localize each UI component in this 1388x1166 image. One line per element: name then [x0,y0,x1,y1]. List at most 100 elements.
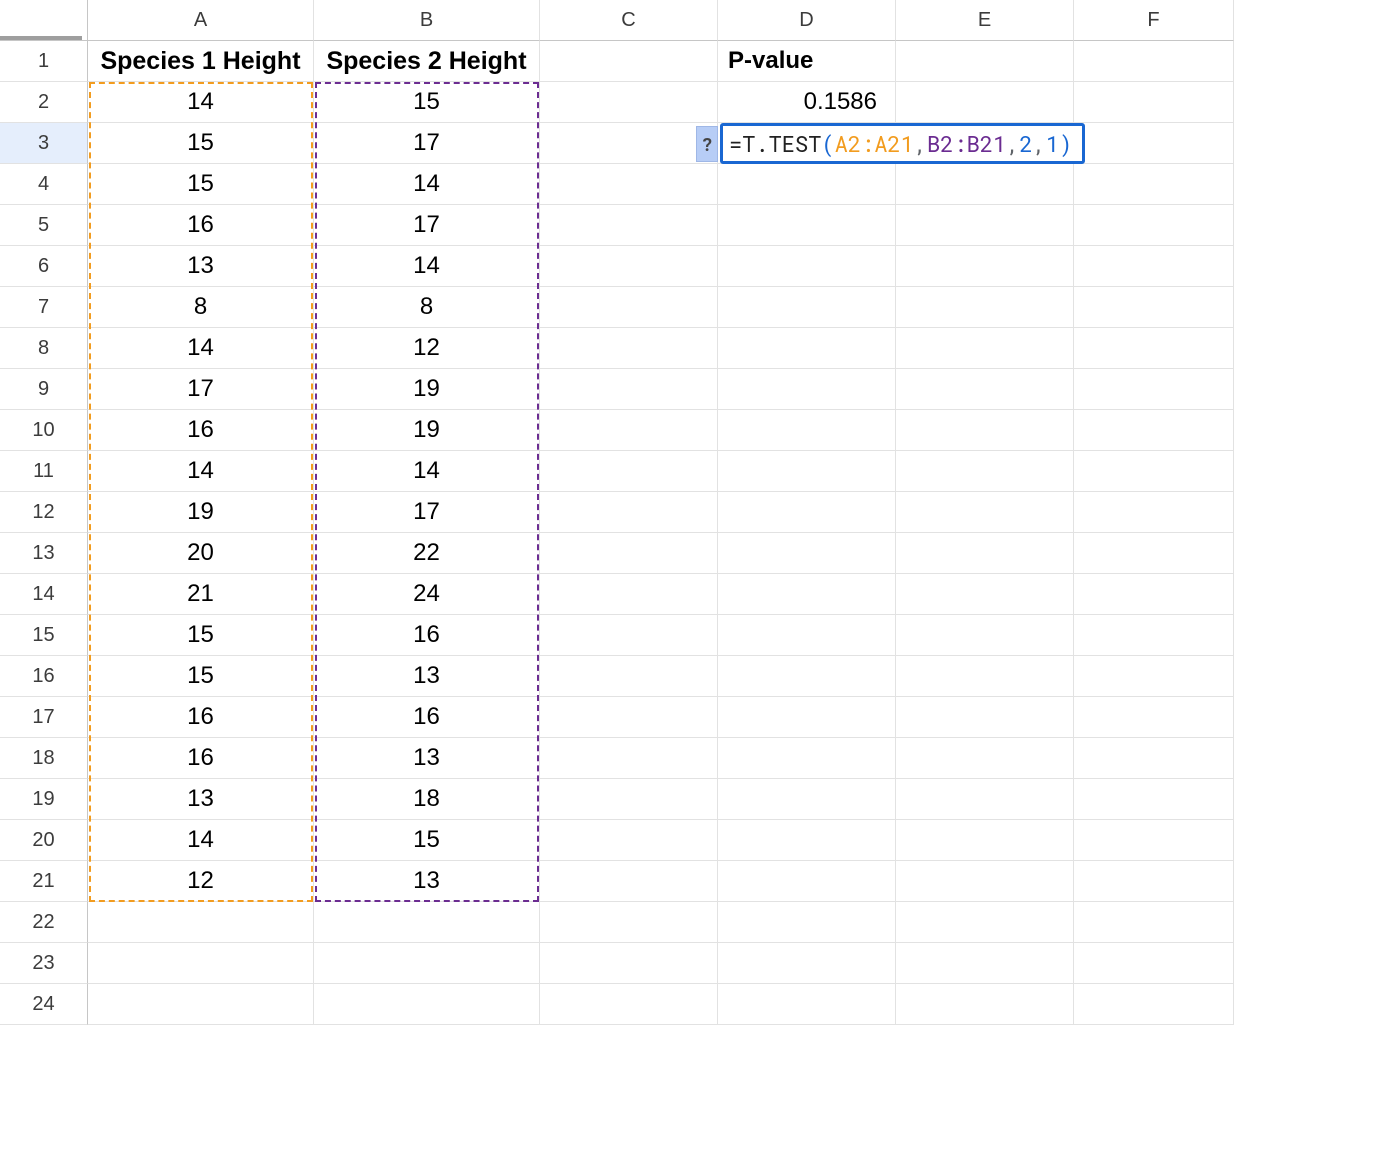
cell-E20[interactable] [896,820,1074,861]
cell-D15[interactable] [718,615,896,656]
cell-F21[interactable] [1074,861,1234,902]
row-header-14[interactable]: 14 [0,574,88,615]
row-header-9[interactable]: 9 [0,369,88,410]
cell-E18[interactable] [896,738,1074,779]
row-header-16[interactable]: 16 [0,656,88,697]
cell-C10[interactable] [540,410,718,451]
cell-C14[interactable] [540,574,718,615]
column-header-e[interactable]: E [896,0,1074,41]
cell-E5[interactable] [896,205,1074,246]
cell-B15[interactable]: 16 [314,615,540,656]
cell-E10[interactable] [896,410,1074,451]
cell-C17[interactable] [540,697,718,738]
cell-A9[interactable]: 17 [88,369,314,410]
cell-A18[interactable]: 16 [88,738,314,779]
cell-F6[interactable] [1074,246,1234,287]
cell-B3[interactable]: 17 [314,123,540,164]
cell-F4[interactable] [1074,164,1234,205]
cell-D12[interactable] [718,492,896,533]
cell-C15[interactable] [540,615,718,656]
cell-F9[interactable] [1074,369,1234,410]
cell-D7[interactable] [718,287,896,328]
cell-F1[interactable] [1074,41,1234,82]
row-header-1[interactable]: 1 [0,41,88,82]
cell-F23[interactable] [1074,943,1234,984]
cell-A17[interactable]: 16 [88,697,314,738]
cell-F2[interactable] [1074,82,1234,123]
cell-E8[interactable] [896,328,1074,369]
cell-B21[interactable]: 13 [314,861,540,902]
row-header-4[interactable]: 4 [0,164,88,205]
cell-D19[interactable] [718,779,896,820]
cell-D24[interactable] [718,984,896,1025]
cell-E6[interactable] [896,246,1074,287]
cell-E1[interactable] [896,41,1074,82]
cell-F14[interactable] [1074,574,1234,615]
cell-E19[interactable] [896,779,1074,820]
cell-A12[interactable]: 19 [88,492,314,533]
row-header-15[interactable]: 15 [0,615,88,656]
row-header-10[interactable]: 10 [0,410,88,451]
cell-D13[interactable] [718,533,896,574]
cell-C21[interactable] [540,861,718,902]
cell-A19[interactable]: 13 [88,779,314,820]
cell-B23[interactable] [314,943,540,984]
cell-F12[interactable] [1074,492,1234,533]
cell-A11[interactable]: 14 [88,451,314,492]
cell-E24[interactable] [896,984,1074,1025]
cell-A22[interactable] [88,902,314,943]
cell-F18[interactable] [1074,738,1234,779]
row-header-3[interactable]: 3 [0,123,88,164]
cell-C22[interactable] [540,902,718,943]
cell-E12[interactable] [896,492,1074,533]
cell-D4[interactable] [718,164,896,205]
cell-A14[interactable]: 21 [88,574,314,615]
cell-D22[interactable] [718,902,896,943]
row-header-6[interactable]: 6 [0,246,88,287]
row-header-13[interactable]: 13 [0,533,88,574]
cell-F16[interactable] [1074,656,1234,697]
row-header-2[interactable]: 2 [0,82,88,123]
row-header-21[interactable]: 21 [0,861,88,902]
cell-A20[interactable]: 14 [88,820,314,861]
cell-C6[interactable] [540,246,718,287]
cell-B14[interactable]: 24 [314,574,540,615]
cell-E13[interactable] [896,533,1074,574]
cell-E23[interactable] [896,943,1074,984]
cell-F8[interactable] [1074,328,1234,369]
cell-A23[interactable] [88,943,314,984]
cell-C18[interactable] [540,738,718,779]
formula-help-icon[interactable]: ? [696,126,718,162]
cell-E4[interactable] [896,164,1074,205]
row-header-11[interactable]: 11 [0,451,88,492]
row-header-24[interactable]: 24 [0,984,88,1025]
row-header-23[interactable]: 23 [0,943,88,984]
cell-C8[interactable] [540,328,718,369]
row-header-7[interactable]: 7 [0,287,88,328]
cell-D17[interactable] [718,697,896,738]
cell-B24[interactable] [314,984,540,1025]
cell-D9[interactable] [718,369,896,410]
cell-A7[interactable]: 8 [88,287,314,328]
row-header-8[interactable]: 8 [0,328,88,369]
cell-A1[interactable]: Species 1 Height [88,41,314,82]
cell-A6[interactable]: 13 [88,246,314,287]
cell-D16[interactable] [718,656,896,697]
cell-D11[interactable] [718,451,896,492]
cell-B20[interactable]: 15 [314,820,540,861]
cell-E7[interactable] [896,287,1074,328]
column-header-b[interactable]: B [314,0,540,41]
formula-editor[interactable]: ? =T.TEST(A2:A21, B2:B21, 2, 1) [696,123,1085,164]
cell-B4[interactable]: 14 [314,164,540,205]
cell-F22[interactable] [1074,902,1234,943]
cell-D1[interactable]: P-value [718,41,896,82]
cell-C12[interactable] [540,492,718,533]
cell-C7[interactable] [540,287,718,328]
spreadsheet-grid[interactable]: ABCDEF1Species 1 HeightSpecies 2 HeightP… [0,0,1388,1025]
cell-C4[interactable] [540,164,718,205]
row-header-18[interactable]: 18 [0,738,88,779]
cell-A3[interactable]: 15 [88,123,314,164]
column-header-a[interactable]: A [88,0,314,41]
select-all-corner[interactable] [0,0,88,41]
cell-A13[interactable]: 20 [88,533,314,574]
